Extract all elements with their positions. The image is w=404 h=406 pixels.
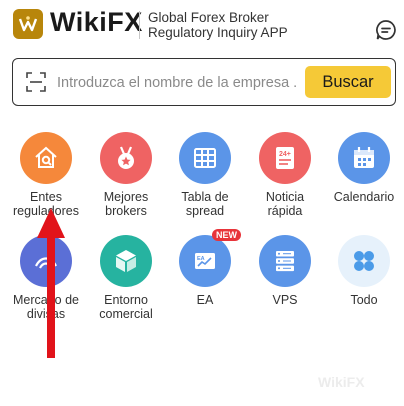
search-input[interactable]	[55, 69, 299, 97]
watermark: WikiFX	[318, 374, 365, 390]
ea-chart-icon: EA NEW	[179, 229, 241, 287]
tagline-line1: Global Forex Broker	[148, 10, 269, 25]
grid-item-label: Entorno comercial	[99, 293, 153, 321]
server-icon	[259, 235, 311, 287]
search-bar: Buscar	[12, 58, 396, 106]
tagline-line2: Regulatory Inquiry APP	[148, 25, 288, 40]
grid-item-label: EA	[196, 293, 214, 307]
app-header: WikiFX Global Forex Broker Regulatory In…	[0, 0, 404, 52]
grid-item-label: Calendario	[333, 190, 395, 204]
search-button[interactable]: Buscar	[305, 66, 391, 98]
table-icon	[179, 132, 231, 184]
all-grid-icon	[338, 235, 390, 287]
header-divider	[139, 11, 140, 39]
grid-item-entorno-comercial[interactable]: Entorno comercial	[86, 235, 166, 321]
house-search-icon	[20, 132, 72, 184]
grid-item-vps[interactable]: VPS	[245, 235, 325, 307]
grid-item-label: Todo	[350, 293, 378, 307]
svg-text:24+: 24+	[279, 151, 291, 158]
wikifx-logo-icon	[13, 9, 43, 39]
brand-name: WikiFX	[50, 7, 143, 37]
grid-item-noticia-rapida[interactable]: 24+ Noticia rápida	[245, 132, 325, 218]
grid-item-calendario[interactable]: Calendario	[324, 132, 404, 204]
grid-item-ea[interactable]: EA NEW EA	[165, 229, 245, 307]
calendar-icon	[338, 132, 390, 184]
scan-icon[interactable]	[25, 71, 47, 93]
tagline: Global Forex Broker Regulatory Inquiry A…	[148, 10, 288, 40]
grid-item-mejores-brokers[interactable]: Mejores brokers	[86, 132, 166, 218]
grid-item-label: VPS	[272, 293, 298, 307]
grid-item-label: Tabla de spread	[181, 190, 229, 218]
medal-icon	[100, 132, 152, 184]
svg-text:EA: EA	[197, 256, 205, 262]
chat-icon[interactable]	[375, 19, 397, 41]
grid-item-label: Noticia rápida	[265, 190, 305, 218]
new-badge: NEW	[212, 229, 241, 241]
grid-item-tabla-de-spread[interactable]: Tabla de spread	[165, 132, 245, 218]
grid-item-entes-reguladores[interactable]: Entes reguladores	[6, 132, 86, 218]
cube-icon	[100, 235, 152, 287]
news-24h-icon: 24+	[259, 132, 311, 184]
grid-item-todo[interactable]: Todo	[324, 235, 404, 307]
grid-item-label: Mejores brokers	[103, 190, 149, 218]
red-arrow-annotation	[37, 208, 65, 358]
